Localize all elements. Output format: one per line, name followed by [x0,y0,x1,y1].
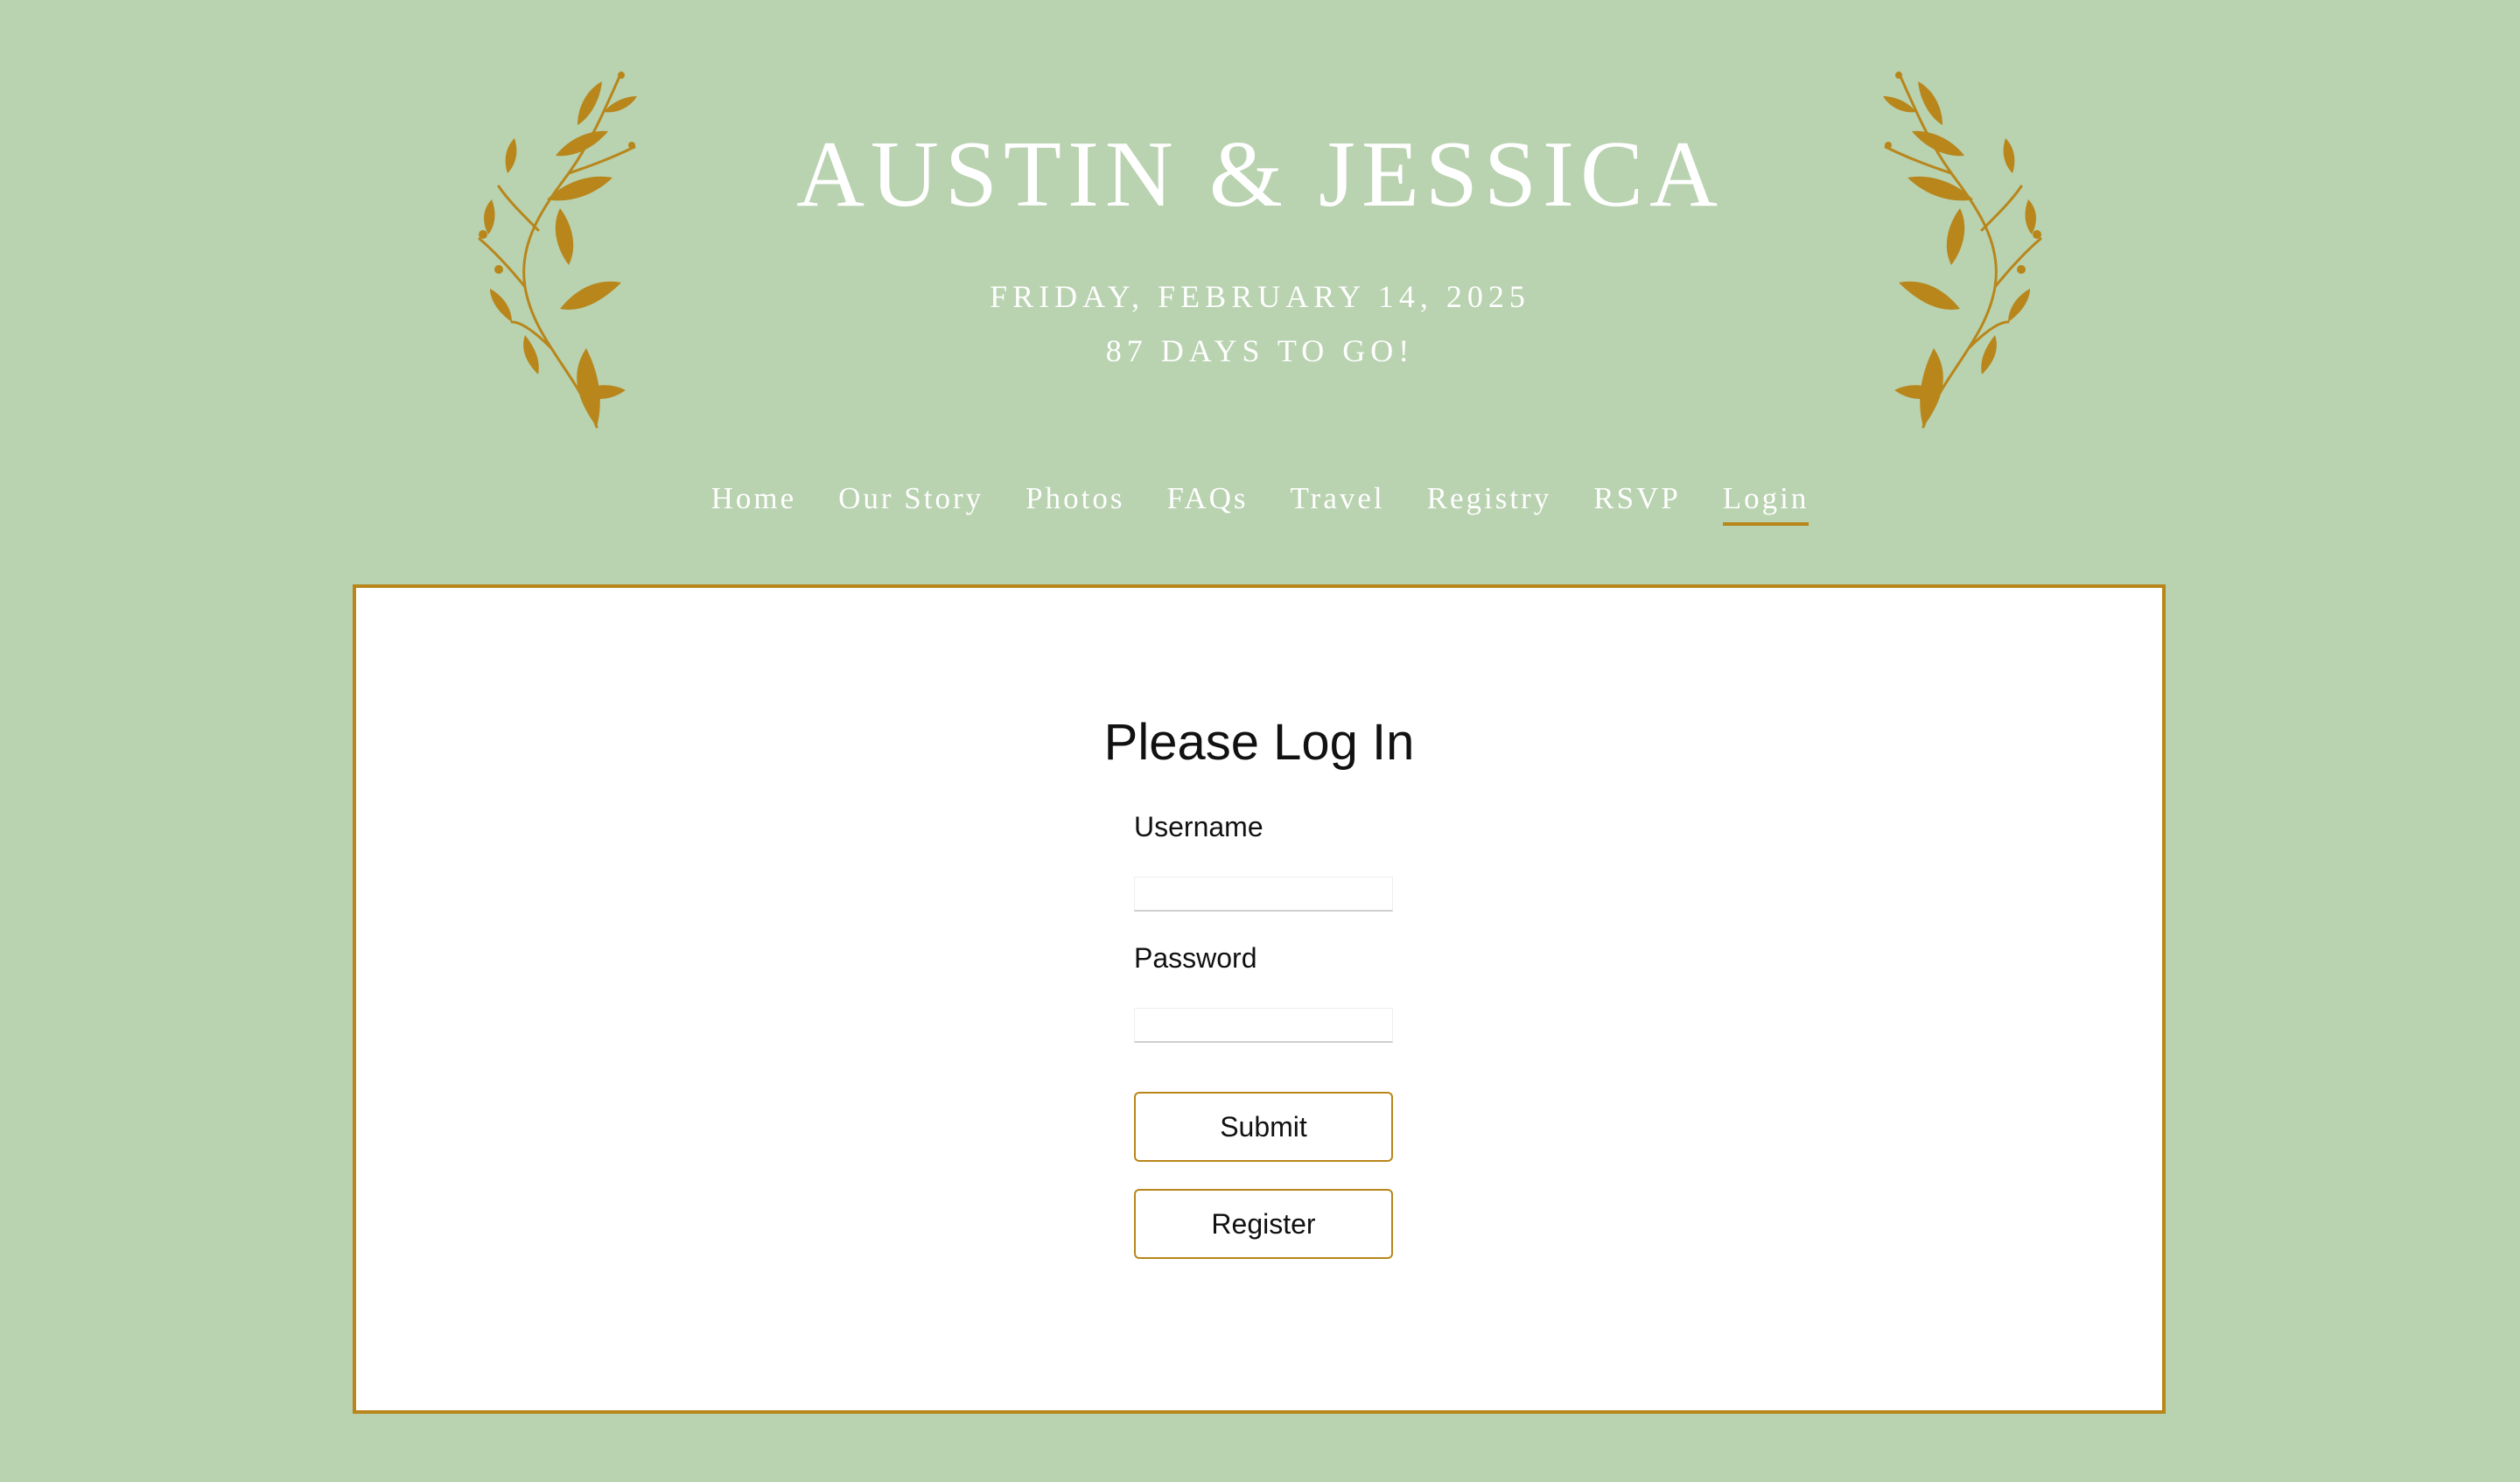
username-input[interactable] [1134,877,1393,912]
nav-item-login[interactable]: Login [1722,479,1810,526]
nav-item-registry[interactable]: Registry [1427,479,1552,526]
nav-item-rsvp[interactable]: RSVP [1593,479,1681,526]
username-label: Username [1134,811,1264,842]
nav-item-faqs[interactable]: FAQs [1166,479,1248,526]
nav-item-home[interactable]: Home [711,479,797,526]
leaf-vine-left-icon [478,71,637,429]
login-heading: Please Log In [1103,714,1415,771]
leaf-vine-right-icon [1883,71,2042,429]
site-title: AUSTIN & JESSICA [795,122,1725,227]
countdown-text: 87 DAYS TO GO! [1105,333,1415,368]
password-input[interactable] [1134,1008,1393,1043]
wedding-date: FRIDAY, FEBRUARY 14, 2025 [990,279,1530,314]
nav-item-photos[interactable]: Photos [1026,479,1124,526]
nav-item-travel[interactable]: Travel [1291,479,1385,526]
main-navigation: Home Our Story Photos FAQs Travel Regist… [0,479,2520,526]
password-label: Password [1134,942,1257,974]
login-card: Please Log In Username Password Submit R… [353,584,2166,1414]
nav-item-our-story[interactable]: Our Story [838,479,984,526]
submit-button[interactable]: Submit [1134,1092,1393,1162]
register-button[interactable]: Register [1134,1189,1393,1259]
